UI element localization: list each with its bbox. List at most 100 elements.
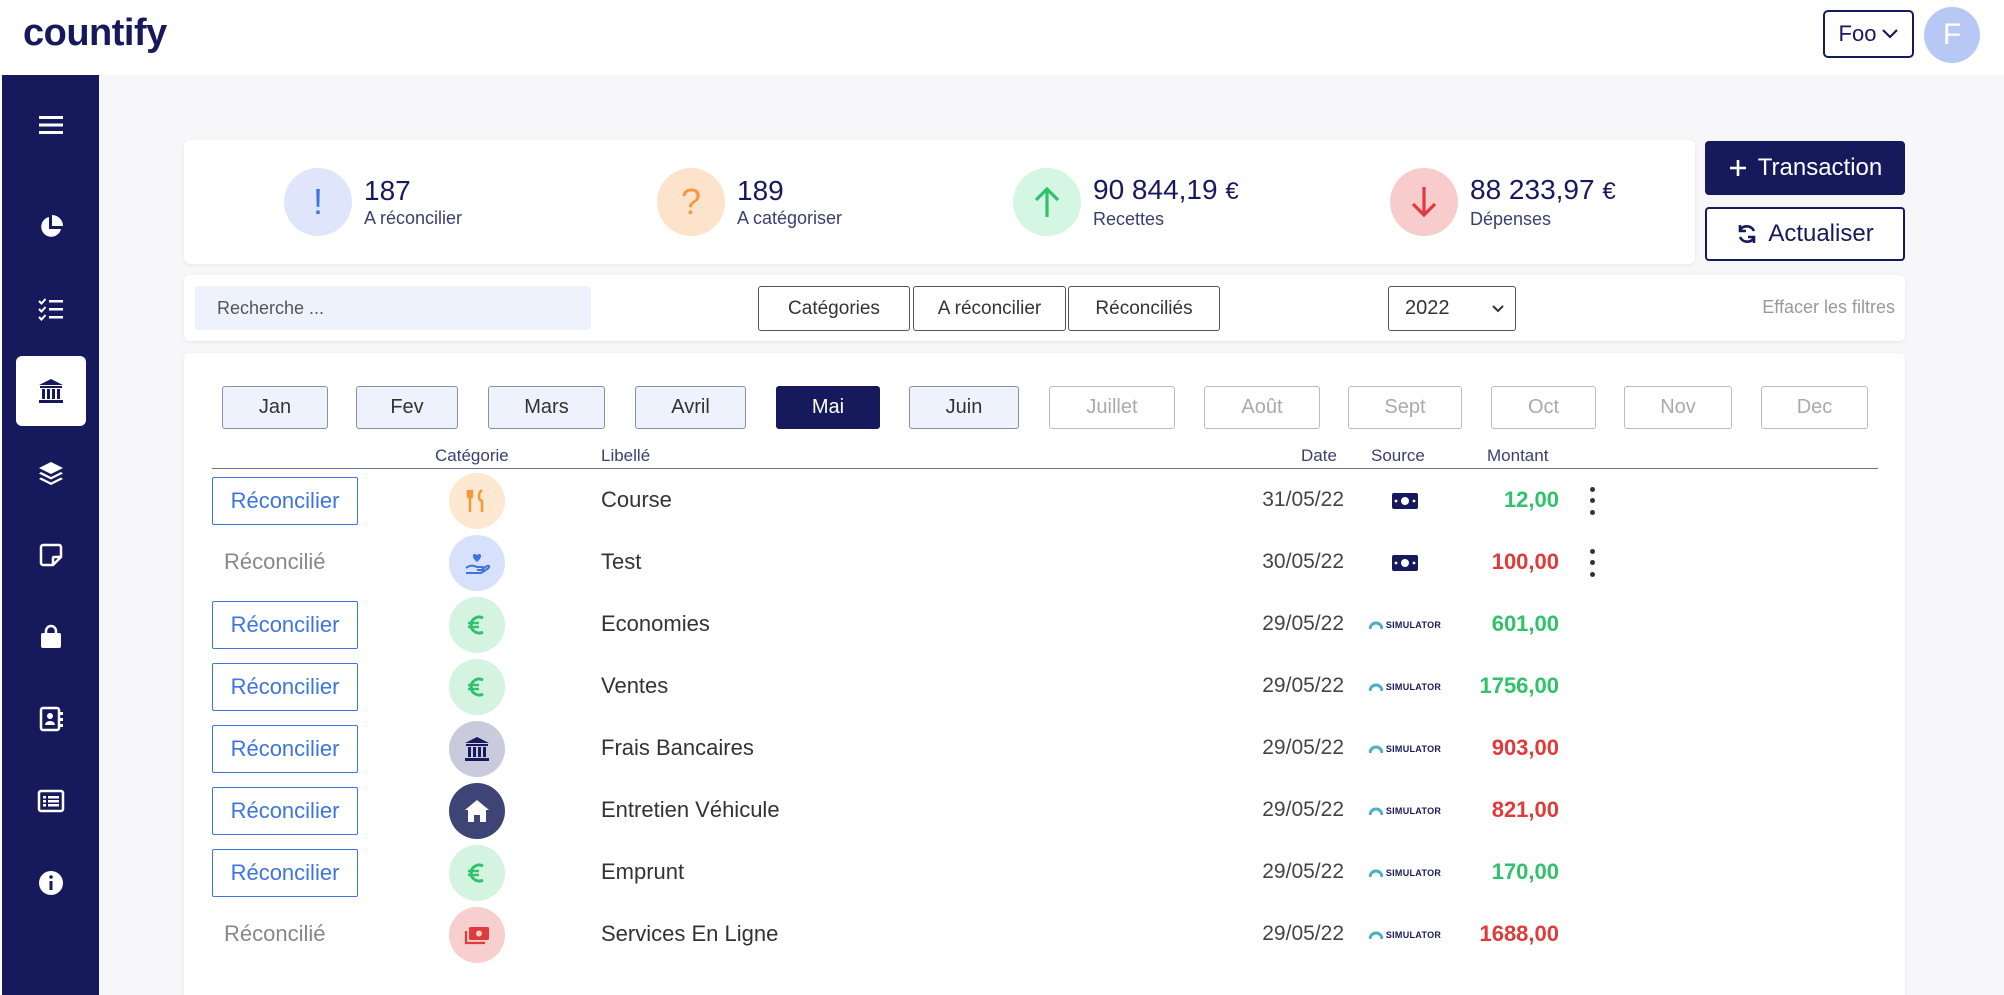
exclamation-icon: ! [284, 168, 352, 236]
transaction-amount: 821,00 [1491, 797, 1559, 822]
sidebar-item-shop[interactable] [16, 602, 86, 672]
transaction-label: Ventes [601, 673, 669, 698]
sidebar-item-list[interactable] [16, 766, 86, 836]
table-row[interactable]: Réconcilié Test 30/05/22 100,00 [212, 532, 1878, 594]
transaction-amount: 1756,00 [1479, 673, 1559, 698]
year-value: 2022 [1405, 297, 1450, 319]
euro-icon[interactable] [449, 845, 505, 901]
column-header-category[interactable]: Catégorie [435, 446, 509, 466]
plus-icon [1729, 160, 1746, 176]
money-stack-icon[interactable] [449, 907, 505, 963]
table-row[interactable]: Réconcilier Ventes 29/05/22 SIMULATOR 17… [212, 656, 1878, 718]
reconcile-button[interactable]: Réconcilier [212, 849, 358, 897]
filter-to-reconcile-button[interactable]: A réconcilier [913, 286, 1066, 331]
layers-icon [39, 462, 63, 485]
reconcile-button[interactable]: Réconcilier [212, 663, 358, 711]
euro-icon[interactable] [449, 659, 505, 715]
stat-income[interactable]: 90 844,19 € Recettes [1013, 168, 1239, 236]
sidebar-item-info[interactable] [16, 848, 86, 918]
refresh-icon [1739, 225, 1756, 243]
month-tab-nov: Nov [1624, 386, 1732, 429]
month-tab-avril[interactable]: Avril [635, 386, 746, 429]
stat-value: 88 233,97 [1470, 173, 1595, 205]
hand-heart-icon[interactable] [449, 535, 505, 591]
sidebar-item-notes[interactable] [16, 520, 86, 590]
clear-filters-link[interactable]: Effacer les filtres [1762, 297, 1895, 318]
month-tab-juin[interactable]: Juin [909, 386, 1019, 429]
filter-categories-button[interactable]: Catégories [758, 286, 910, 331]
column-header-label[interactable]: Libellé [601, 446, 650, 466]
month-tab-mars[interactable]: Mars [488, 386, 605, 429]
month-tab-mai[interactable]: Mai [776, 386, 880, 429]
cash-icon [1360, 488, 1450, 514]
contact-book-icon [39, 706, 63, 732]
sidebar-item-dashboard[interactable] [16, 192, 86, 262]
sidebar-menu-button[interactable] [16, 90, 86, 160]
year-select[interactable]: 2022 [1388, 286, 1516, 331]
refresh-button[interactable]: Actualiser [1705, 207, 1905, 261]
fork-knife-icon[interactable] [449, 473, 505, 529]
month-tab-oct: Oct [1491, 386, 1596, 429]
sidebar-item-tasks[interactable] [16, 274, 86, 344]
arrow-up-icon [1013, 168, 1081, 236]
organization-select[interactable]: Foo [1823, 10, 1914, 58]
transactions-table: Jan Fev Mars Avril Mai Juin Juillet Août… [184, 353, 1905, 995]
stat-label: Dépenses [1470, 208, 1552, 229]
arrow-down-icon [1390, 168, 1458, 236]
stat-to-reconcile[interactable]: ! 187 A réconcilier [284, 168, 462, 236]
transaction-amount: 100,00 [1491, 549, 1559, 574]
reconcile-button[interactable]: Réconcilier [212, 477, 358, 525]
month-tab-fev[interactable]: Fev [356, 386, 458, 429]
transaction-amount: 170,00 [1491, 859, 1559, 884]
transaction-label: Test [601, 549, 642, 574]
house-icon[interactable] [449, 783, 505, 839]
stat-expenses[interactable]: 88 233,97 € Dépenses [1390, 168, 1616, 236]
row-menu-icon[interactable] [1582, 546, 1602, 580]
transaction-label: Services En Ligne [601, 921, 779, 946]
reconcile-button[interactable]: Réconcilier [212, 725, 358, 773]
sidebar-item-contacts[interactable] [16, 684, 86, 754]
chevron-down-icon [1492, 305, 1504, 313]
table-row[interactable]: Réconcilier Economies 29/05/22 SIMULATOR… [212, 594, 1878, 656]
organization-label: Foo [1838, 21, 1877, 46]
app-logo[interactable]: countify [23, 12, 167, 55]
row-menu-icon[interactable] [1582, 484, 1602, 518]
simulator-logo: SIMULATOR [1360, 798, 1450, 824]
user-avatar[interactable]: F [1924, 7, 1980, 63]
sidebar-item-bank[interactable] [16, 356, 86, 426]
table-row[interactable]: Réconcilier Frais Bancaires 29/05/22 SIM… [212, 718, 1878, 780]
transaction-amount: 1688,00 [1479, 921, 1559, 946]
table-row[interactable]: Réconcilier Entretien Véhicule 29/05/22 … [212, 780, 1878, 842]
sidebar-item-layers[interactable] [16, 438, 86, 508]
table-row[interactable]: Réconcilier Emprunt 29/05/22 SIMULATOR 1… [212, 842, 1878, 904]
table-row[interactable]: Réconcilier Course 31/05/22 12,00 [212, 470, 1878, 532]
bank-icon[interactable] [449, 721, 505, 777]
search-input[interactable] [195, 286, 591, 330]
column-header-date[interactable]: Date [1301, 446, 1337, 466]
stat-label: A réconcilier [364, 207, 463, 228]
reconcile-button[interactable]: Réconcilier [212, 787, 358, 835]
transaction-date: 29/05/22 [1262, 922, 1344, 945]
checklist-icon [38, 298, 63, 321]
column-header-amount[interactable]: Montant [1487, 446, 1548, 466]
euro-icon[interactable] [449, 597, 505, 653]
refresh-label: Actualiser [1768, 220, 1874, 247]
filter-reconciled-button[interactable]: Réconciliés [1068, 286, 1220, 331]
stats-summary: ! 187 A réconcilier ? 189 A catégoriser 90… [184, 140, 1695, 264]
transaction-amount: 903,00 [1491, 735, 1559, 760]
stat-value: 187 [364, 174, 411, 206]
transaction-label: Emprunt [601, 859, 685, 884]
stat-to-categorize[interactable]: ? 189 A catégoriser [657, 168, 842, 236]
column-header-source[interactable]: Source [1371, 446, 1425, 466]
month-tab-aout: Août [1204, 386, 1320, 429]
month-tab-jan[interactable]: Jan [222, 386, 328, 429]
reconcile-button[interactable]: Réconcilier [212, 601, 358, 649]
table-header: Catégorie Libellé Date Source Montant [212, 443, 1878, 469]
shopping-bag-icon [41, 624, 61, 648]
simulator-logo: SIMULATOR [1360, 922, 1450, 948]
table-row[interactable]: Réconcilié Services En Ligne 29/05/22 SI… [212, 904, 1878, 966]
simulator-logo: SIMULATOR [1360, 736, 1450, 762]
transaction-date: 29/05/22 [1262, 860, 1344, 883]
month-tab-dec: Dec [1761, 386, 1868, 429]
add-transaction-button[interactable]: Transaction [1705, 141, 1905, 195]
